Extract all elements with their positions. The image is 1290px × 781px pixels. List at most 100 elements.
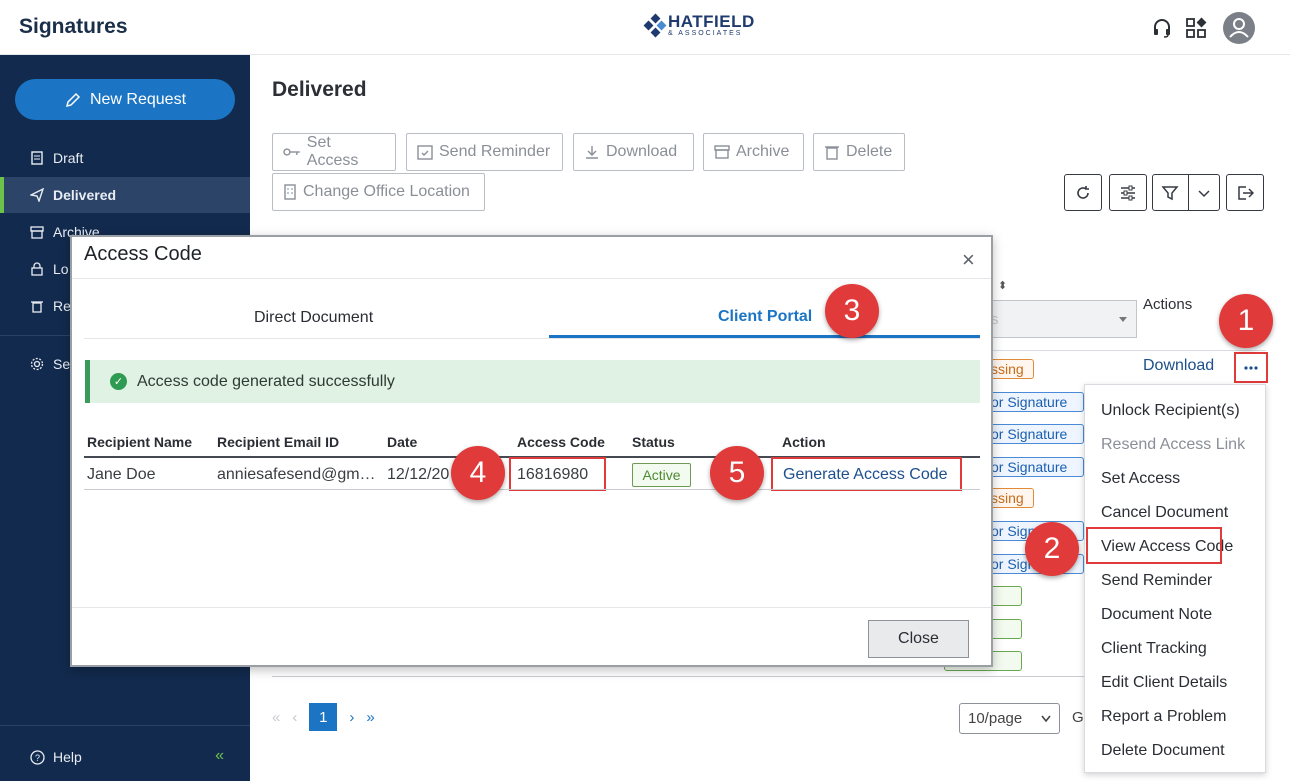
first-page-icon[interactable]: « (272, 709, 280, 726)
menu-item-resend-access-link[interactable]: Resend Access Link (1101, 436, 1245, 454)
column-header-recipient-name: Recipient Name (87, 434, 193, 450)
row-more-actions-button[interactable] (1234, 352, 1268, 383)
menu-item-document-note[interactable]: Document Note (1101, 606, 1212, 624)
lock-icon (31, 262, 43, 276)
logo-brand: HATFIELD (668, 12, 755, 31)
next-page-icon[interactable]: › (349, 709, 354, 726)
trash-icon (825, 146, 839, 160)
column-header-access-code: Access Code (517, 434, 605, 450)
tab-direct-document[interactable]: Direct Document (254, 309, 373, 327)
status-badge-active: Active (632, 463, 691, 487)
page-size-value: 10/page (968, 710, 1023, 727)
building-icon (284, 184, 296, 200)
menu-item-cancel-document[interactable]: Cancel Document (1101, 504, 1228, 522)
close-icon[interactable]: × (962, 249, 975, 271)
row-download-link[interactable]: Download (1143, 357, 1214, 375)
change-office-location-button[interactable]: Change Office Location (272, 173, 485, 211)
menu-item-set-access[interactable]: Set Access (1101, 470, 1180, 488)
download-label: Download (606, 143, 678, 160)
sidebar-divider (0, 725, 250, 726)
pagination: « ‹ 1 › » (272, 703, 375, 731)
headset-icon[interactable] (1151, 17, 1173, 44)
archive-icon (714, 145, 730, 159)
sidebar-item-delivered[interactable]: Delivered (0, 177, 250, 213)
status-filter-select[interactable]: s (986, 300, 1137, 338)
sidebar-item-label: Se (53, 356, 71, 372)
new-request-label: New Request (89, 90, 187, 108)
refresh-button[interactable] (1064, 174, 1102, 211)
tabs-baseline (84, 338, 980, 339)
filter-button[interactable] (1152, 174, 1220, 211)
status-badge: ssing (986, 488, 1034, 508)
chevron-down-icon (1041, 715, 1051, 722)
actions-column-header: Actions (1143, 296, 1193, 313)
more-dots-icon (1244, 365, 1258, 370)
highlight-box-view-access-code (1086, 527, 1222, 564)
step-callout-3: 3 (825, 284, 879, 338)
help-label: Help (53, 749, 82, 765)
document-icon (31, 151, 43, 165)
new-request-button[interactable]: New Request (15, 79, 235, 120)
archive-icon (30, 226, 44, 239)
svg-text:?: ? (35, 753, 40, 763)
menu-item-unlock-recipients[interactable]: Unlock Recipient(s) (1101, 402, 1240, 420)
prev-page-icon[interactable]: ‹ (292, 709, 297, 726)
dialog-title: Access Code (84, 243, 202, 265)
active-tab-indicator (549, 335, 980, 338)
step-callout-2: 2 (1025, 522, 1079, 576)
alert-message: Access code generated successfully (137, 372, 395, 390)
step-callout-1: 1 (1219, 294, 1273, 348)
step-callout-4: 4 (451, 446, 505, 500)
table-row-divider (986, 350, 1266, 351)
set-access-label: Set Access (306, 134, 359, 169)
app-title: Signatures (19, 15, 128, 38)
help-link[interactable]: ? Help (30, 749, 82, 765)
change-office-label: Change Office Location (303, 183, 470, 200)
column-settings-button[interactable] (1109, 174, 1147, 211)
check-circle-icon: ✓ (110, 373, 127, 390)
archive-button[interactable]: Archive (703, 133, 804, 171)
sidebar-item-label: Draft (53, 150, 84, 166)
column-header-status: Status (632, 434, 675, 450)
set-access-button[interactable]: Set Access (272, 133, 396, 171)
sort-icon[interactable]: ⬍ (998, 279, 1007, 292)
dialog-header-divider (72, 278, 991, 279)
download-button[interactable]: Download (573, 133, 694, 171)
page-title: Delivered (272, 78, 367, 101)
send-reminder-label: Send Reminder (439, 143, 551, 160)
cell-date: 12/12/20 (387, 466, 450, 483)
last-page-icon[interactable]: » (366, 709, 374, 726)
export-button[interactable] (1226, 174, 1264, 211)
column-header-action: Action (782, 434, 826, 450)
menu-item-send-reminder[interactable]: Send Reminder (1101, 572, 1212, 590)
close-button[interactable]: Close (868, 620, 969, 658)
top-bar: Signatures HATFIELD & ASSOCIATES (0, 0, 1290, 55)
sliders-icon (1121, 185, 1135, 200)
column-header-date: Date (387, 434, 418, 450)
table-row-divider (84, 489, 980, 490)
menu-item-delete-document[interactable]: Delete Document (1101, 742, 1225, 760)
sidebar-item-label: Re (53, 298, 71, 314)
user-avatar[interactable] (1223, 12, 1255, 44)
pencil-icon (65, 92, 81, 107)
delete-label: Delete (846, 143, 893, 160)
export-icon (1238, 185, 1254, 200)
sidebar-item-draft[interactable]: Draft (0, 140, 250, 176)
send-reminder-button[interactable]: Send Reminder (406, 133, 563, 171)
status-badge: ssing (986, 359, 1034, 379)
archive-label: Archive (736, 143, 790, 160)
filter-icon (1161, 185, 1179, 200)
menu-item-client-tracking[interactable]: Client Tracking (1101, 640, 1207, 658)
delete-button[interactable]: Delete (813, 133, 905, 171)
help-icon: ? (30, 749, 45, 765)
page-number-current[interactable]: 1 (309, 703, 338, 731)
tab-client-portal[interactable]: Client Portal (718, 308, 812, 326)
page-size-select[interactable]: 10/page (959, 703, 1060, 734)
dialog-footer-divider (72, 607, 991, 608)
menu-item-report-problem[interactable]: Report a Problem (1101, 708, 1226, 726)
collapse-sidebar-icon[interactable]: « (215, 747, 224, 765)
menu-item-edit-client-details[interactable]: Edit Client Details (1101, 674, 1227, 692)
apps-grid-icon[interactable] (1185, 17, 1207, 44)
send-icon (30, 188, 44, 202)
chevron-down-icon (1198, 189, 1210, 197)
